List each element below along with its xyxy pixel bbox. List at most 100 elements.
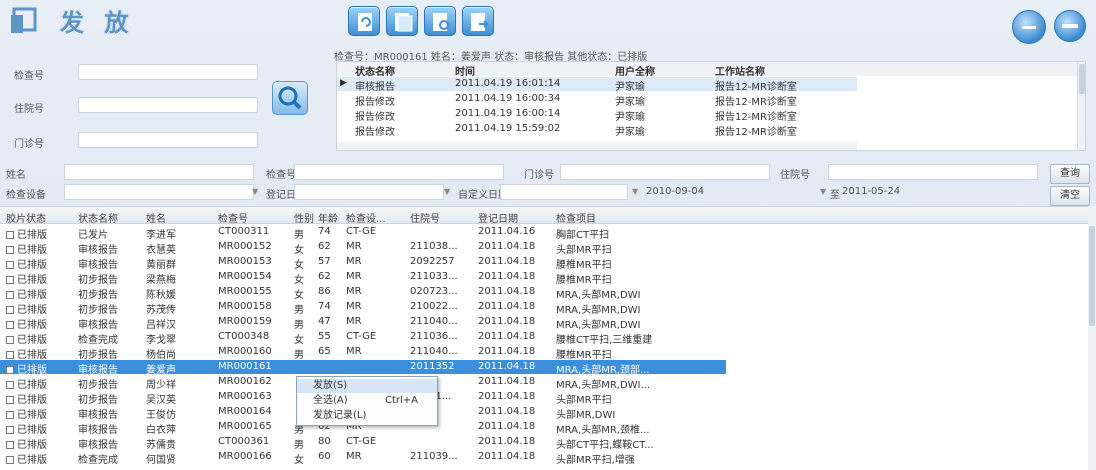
table-row[interactable]: 已排版 初步报告 苏茂传 MR000158 男 74 MR 210022... 2011.04.… (0, 300, 1088, 316)
table-row[interactable]: 已排版 审核报告 苏儒贵 CT000361 男 80 CT-GE 2011.04.18 头部CT… (0, 435, 1088, 451)
date-from-field[interactable] (700, 184, 820, 200)
date-to-field[interactable] (896, 184, 1036, 200)
table-cell: CT-GE (346, 226, 377, 237)
col-exam-item[interactable]: 检查项目 (556, 210, 596, 225)
date-to-dropdown-icon[interactable]: ▼ (820, 187, 826, 196)
date-from-dropdown-icon[interactable]: ▼ (632, 187, 638, 196)
device-dropdown-icon[interactable]: ▼ (252, 187, 258, 196)
table-row[interactable]: 已排版 审核报告 姜爱声 MR000161 2011352 2011.04.18 MRA,头… (0, 360, 726, 376)
menu-item-issue[interactable]: 发放(S) (297, 379, 437, 393)
table-cell: 2011.04.18 (478, 316, 536, 327)
document-button[interactable] (386, 6, 418, 36)
custom-date-select[interactable] (500, 184, 628, 200)
table-row[interactable]: 已排版 已发片 李进军 CT000311 男 74 CT-GE 2011.04.16 胸部CT平… (0, 225, 1088, 241)
outpatient-no-input[interactable] (78, 132, 258, 148)
status-row[interactable]: 报告修改 2011.04.19 15:59:02 尹家瑜 报告12-MR诊断室 (337, 122, 857, 138)
table-cell: 审核报告 (78, 410, 118, 421)
row-checkbox[interactable] (6, 246, 14, 254)
row-checkbox[interactable] (6, 426, 14, 434)
col-film-status[interactable]: 胶片状态 (6, 210, 46, 225)
col-age[interactable]: 年龄 (318, 210, 338, 225)
col-device[interactable]: 检查设... (346, 210, 386, 225)
name-filter-input[interactable] (64, 164, 254, 180)
status-row[interactable]: ▶ 审核报告 2011.04.19 16:01:14 尹家瑜 报告12-MR诊断… (337, 77, 857, 93)
outpatient-no-filter-label: 门诊号 (524, 170, 554, 181)
inpatient-no-filter-input[interactable] (828, 164, 1038, 180)
reg-date-select[interactable] (294, 184, 444, 200)
status-horizontal-scrollbar[interactable] (337, 142, 857, 150)
row-checkbox[interactable] (6, 441, 14, 449)
table-row[interactable]: 已排版 审核报告 王俊仿 MR000164 2011.04.18 头部MR,DWI (0, 405, 1088, 421)
row-checkbox[interactable] (6, 306, 14, 314)
status-vertical-scrollbar[interactable] (1077, 62, 1085, 150)
col-exam-no[interactable]: 检查号 (218, 210, 248, 225)
row-checkbox[interactable] (6, 336, 14, 344)
close-circle-button[interactable] (1054, 10, 1086, 42)
status-cell: 报告12-MR诊断室 (715, 112, 797, 123)
reg-date-dropdown-icon[interactable]: ▼ (444, 187, 450, 196)
query-button[interactable]: 查询 (1050, 164, 1090, 184)
status-row[interactable]: 报告修改 2011.04.19 16:00:34 尹家瑜 报告12-MR诊断室 (337, 92, 857, 108)
table-row[interactable]: 已排版 检查完成 李戈翠 CT000348 女 55 CT-GE 211036... 2011.… (0, 330, 1088, 346)
exam-no-input[interactable] (78, 64, 258, 80)
table-cell: 姜爱声 (146, 365, 176, 376)
status-row[interactable]: 报告修改 2011.04.19 16:00:14 尹家瑜 报告12-MR诊断室 (337, 107, 857, 123)
table-cell: 已排版 (6, 391, 76, 406)
row-checkbox[interactable] (6, 231, 14, 239)
inpatient-no-input[interactable] (78, 97, 258, 113)
table-cell: 审核报告 (78, 365, 118, 376)
table-row[interactable]: 已排版 初步报告 杨伯尚 MR000160 男 65 MR 211040... 2011.04.… (0, 345, 1088, 361)
row-checkbox[interactable] (6, 411, 14, 419)
menu-item-select-all[interactable]: 全选(A) Ctrl+A (297, 394, 437, 408)
date-from-value[interactable]: 2010-09-04 (646, 186, 704, 197)
table-row[interactable]: 已排版初步报告吴汉英MR00016311041...2011.04.18头部MR… (0, 390, 1088, 406)
table-cell: 62 (318, 271, 331, 282)
table-row[interactable]: 已排版 审核报告 黄丽群 MR000153 女 57 MR 2092257 2011.04.18… (0, 255, 1088, 271)
table-cell: 2011.04.18 (478, 331, 536, 342)
refresh-button[interactable] (348, 6, 380, 36)
status-grid-header: 状态名称 时间 用户全称 工作站名称 (337, 62, 1085, 78)
device-select[interactable] (64, 184, 254, 200)
table-row[interactable]: 已排版 检查完成 何国贤 MR000166 女 60 MR 211039... 2011.04.… (0, 450, 1088, 466)
row-checkbox[interactable] (6, 321, 14, 329)
exam-no-filter-input[interactable] (294, 164, 504, 180)
table-cell: 57 (318, 256, 331, 267)
table-row[interactable]: 已排版 审核报告 白衣萍 MR000165 男 62 MR 2011.04.18 MRA,头部M… (0, 420, 1088, 436)
row-checkbox[interactable] (6, 456, 14, 464)
table-cell: 74 (318, 301, 331, 312)
table-cell: 已排版 (6, 436, 76, 451)
search-button[interactable] (272, 81, 308, 115)
status-cell: 2011.04.19 16:00:14 (455, 108, 561, 119)
document-export-button[interactable] (462, 6, 494, 36)
refresh-doc-icon (358, 13, 372, 31)
col-gender[interactable]: 性别 (294, 210, 314, 225)
col-status-name[interactable]: 状态名称 (78, 210, 118, 225)
menu-item-issue-log[interactable]: 发放记录(L) (297, 409, 437, 423)
table-cell: MR (346, 256, 362, 267)
outpatient-no-filter-input[interactable] (560, 164, 770, 180)
row-checkbox[interactable] (6, 276, 14, 284)
document-search-button[interactable] (424, 6, 456, 36)
row-checkbox[interactable] (6, 291, 14, 299)
col-reg-date[interactable]: 登记日期 (478, 210, 518, 225)
table-row[interactable]: 已排版 审核报告 吕祥汉 MR000159 男 47 MR 211040... 2011.04.… (0, 315, 1088, 331)
table-row[interactable]: 已排版 初步报告 陈秋媛 MR000155 女 86 MR 020723... 2011.04.… (0, 285, 1088, 301)
date-to-value[interactable]: 2011-05-24 (842, 186, 900, 197)
table-cell: 60 (318, 451, 331, 462)
row-checkbox[interactable] (6, 396, 14, 404)
row-checkbox[interactable] (6, 351, 14, 359)
clear-button[interactable]: 清空 (1050, 186, 1090, 206)
col-name[interactable]: 姓名 (146, 210, 166, 225)
grid-vertical-scrollbar[interactable] (1088, 206, 1096, 470)
table-row[interactable]: 已排版 审核报告 衣慧英 MR000152 女 62 MR 211038... 2011.04.… (0, 240, 1088, 256)
table-cell: 腰椎CT平扫,三维重建 (556, 335, 653, 346)
table-row[interactable]: 已排版 初步报告 周少祥 MR000162 2011.04.18 MRA,头部MR,DWI… (0, 375, 1088, 391)
table-cell: CT000361 (218, 436, 270, 447)
row-checkbox[interactable] (6, 261, 14, 269)
row-checkbox[interactable] (6, 366, 14, 374)
table-cell: 020723... (410, 286, 458, 297)
minimize-circle-button[interactable] (1012, 10, 1046, 44)
col-inpatient-no[interactable]: 住院号 (410, 210, 440, 225)
row-checkbox[interactable] (6, 381, 14, 389)
table-row[interactable]: 已排版 初步报告 梁燕梅 MR000154 女 62 MR 211033... 2011.04.… (0, 270, 1088, 286)
